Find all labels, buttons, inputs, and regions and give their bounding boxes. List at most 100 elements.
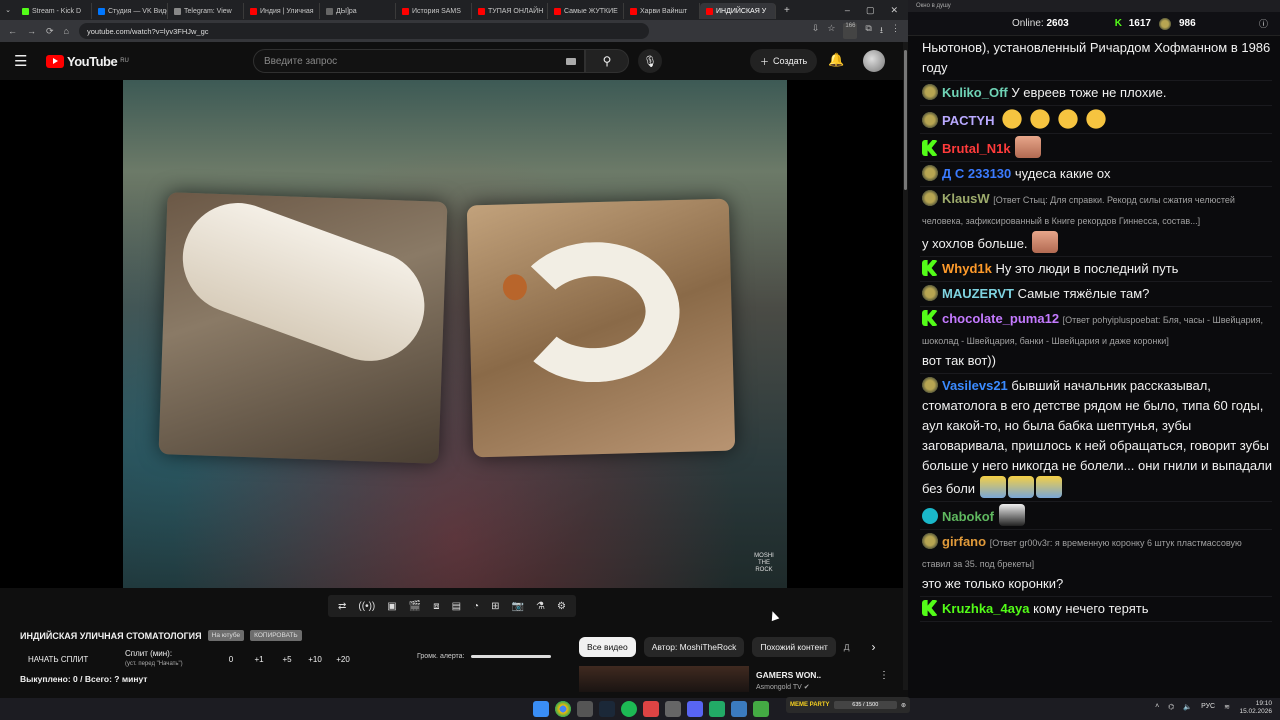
browser-tab[interactable]: ДЫ]ра <box>320 3 396 19</box>
app-icon-6[interactable] <box>731 701 747 717</box>
tray-chevron-icon[interactable]: ˄ <box>1155 703 1159 711</box>
chat-username[interactable]: Kruzhka_4aya <box>942 601 1029 616</box>
youtube-logo[interactable]: YouTube RU <box>46 54 129 69</box>
browser-tab[interactable]: История SAMS <box>396 3 472 19</box>
screenshot-icon[interactable]: 📷 <box>512 601 524 612</box>
bookmark-star-icon[interactable]: ☆ <box>827 23 835 39</box>
speed-icon[interactable]: ◔ <box>473 601 479 612</box>
clapper-icon[interactable]: 🎬 <box>409 601 421 612</box>
browser-tab[interactable]: Студия — VK Видео <box>92 3 168 19</box>
subtitles-icon[interactable]: ▤ <box>452 601 461 612</box>
chat-username[interactable]: Whyd1k <box>942 261 992 276</box>
user-avatar[interactable] <box>863 50 885 72</box>
browser-tab[interactable]: Самые ЖУТКИЕ <box>548 3 624 19</box>
chat-username[interactable]: Brutal_N1k <box>942 141 1011 156</box>
forward-icon[interactable]: → <box>27 26 36 36</box>
chrome-icon[interactable] <box>555 701 571 717</box>
create-button[interactable]: ＋ Создать <box>750 49 818 73</box>
split-inc-20[interactable]: +20 <box>329 655 357 664</box>
start-split-button[interactable]: НАЧАТЬ СПЛИТ <box>20 655 125 664</box>
recommended-thumbnail[interactable] <box>579 666 749 692</box>
back-icon[interactable]: ← <box>8 26 17 36</box>
chat-username[interactable]: KlausW <box>942 191 990 206</box>
flask-icon[interactable]: ⚗ <box>536 601 545 612</box>
url-field[interactable]: youtube.com/watch?v=lyv3FHJw_gc <box>78 23 649 39</box>
loop-icon[interactable]: ⇄ <box>338 601 346 612</box>
app-icon-1[interactable] <box>577 701 593 717</box>
chat-username[interactable]: Д С 233130 <box>942 166 1011 181</box>
chip-similar[interactable]: Похожий контент <box>752 637 836 657</box>
chevron-right-icon[interactable]: › <box>872 640 876 654</box>
search-on-youtube-chip[interactable]: На ютубе <box>207 630 245 641</box>
browser-tab[interactable]: Индия | Уличная <box>244 3 320 19</box>
browser-tab[interactable]: Telegram: View <box>168 3 244 19</box>
browser-tab[interactable]: ТУПАЯ ОНЛАЙН <box>472 3 548 19</box>
wifi-icon[interactable]: ≋ <box>1224 703 1230 711</box>
app-icon-7[interactable] <box>753 701 769 717</box>
split-inc-1[interactable]: +1 <box>245 655 273 664</box>
video-player[interactable]: MOSHI THE ROCK <box>0 80 904 588</box>
chat-username[interactable]: PACTYH <box>942 113 994 128</box>
network-icon[interactable]: ⌬ <box>1168 703 1174 711</box>
volume-icon[interactable]: 🔈 <box>1183 703 1192 711</box>
more-options-icon[interactable]: ⋮ <box>879 670 889 681</box>
browser-tab[interactable]: Харви Вайншт <box>624 3 700 19</box>
chat-username[interactable]: Vasilevs21 <box>942 378 1008 393</box>
audio-icon[interactable]: ((•)) <box>358 601 375 612</box>
chip-more[interactable]: Д <box>844 642 850 652</box>
download-icon[interactable]: ⭳ <box>880 23 883 39</box>
split-inc-5[interactable]: +5 <box>273 655 301 664</box>
steam-icon[interactable] <box>599 701 615 717</box>
chip-author[interactable]: Автор: MoshiTheRock <box>643 637 745 657</box>
recommended-title[interactable]: GAMERS WON.. <box>756 670 821 680</box>
new-tab-icon[interactable]: + <box>776 5 798 16</box>
chat-username[interactable]: Kuliko_Off <box>942 85 1008 100</box>
app-icon-3[interactable] <box>665 701 681 717</box>
app-icon-5[interactable] <box>709 701 725 717</box>
scrollbar-thumb[interactable] <box>904 50 907 190</box>
notifications-bell-icon[interactable]: 🔔 <box>828 52 844 68</box>
keyboard-icon[interactable] <box>566 57 576 65</box>
picture-icon[interactable]: ▣ <box>387 601 396 612</box>
tab-favicon-icon <box>478 7 485 15</box>
menu-dots-icon[interactable]: ⋮ <box>891 23 900 39</box>
app-icon-4[interactable] <box>687 701 703 717</box>
add-icon[interactable]: ⊞ <box>491 601 499 612</box>
settings-gear-icon[interactable]: ⚙ <box>557 601 566 612</box>
browser-tab[interactable]: ИНДИЙСКАЯ У <box>700 3 776 19</box>
home-icon[interactable]: ⌂ <box>64 26 69 36</box>
split-value[interactable]: 0 <box>217 655 245 664</box>
search-input[interactable]: Введите запрос <box>253 49 585 73</box>
search-button[interactable]: ⚲ <box>585 49 629 73</box>
alert-volume-slider[interactable] <box>470 655 551 658</box>
maximize-icon[interactable]: ▢ <box>866 5 875 16</box>
app-icon-2[interactable] <box>643 701 659 717</box>
chat-username[interactable]: girfano <box>942 534 986 549</box>
puzzle-icon[interactable]: ⧉ <box>865 23 871 39</box>
reload-icon[interactable]: ⟳ <box>46 26 54 37</box>
verified-icon: ✔ <box>803 684 810 691</box>
chat-username[interactable]: chocolate_puma12 <box>942 311 1059 326</box>
split-increments: 0 +1 +5 +10 +20 <box>217 655 357 664</box>
recommended-video[interactable]: GAMERS WON.. Asmongold TV ✔ ⋮ <box>579 666 889 692</box>
chat-username[interactable]: Nabokof <box>942 509 994 524</box>
taskbar-apps <box>533 701 769 717</box>
close-icon[interactable]: ✕ <box>890 5 898 16</box>
extension-badge[interactable]: 166 <box>843 23 858 39</box>
browser-tab[interactable]: Stream - Kick D <box>16 3 92 19</box>
split-inc-10[interactable]: +10 <box>301 655 329 664</box>
copy-chip[interactable]: КОПИРОВАТЬ <box>250 630 302 641</box>
chip-all-videos[interactable]: Все видео <box>579 637 636 657</box>
tab-search-icon[interactable]: ⌄ <box>0 6 16 14</box>
spotify-icon[interactable] <box>621 701 637 717</box>
chat-username[interactable]: MAUZERVT <box>942 286 1014 301</box>
windows-start-icon[interactable] <box>533 701 549 717</box>
clock[interactable]: 19:10 15.02.2026 <box>1239 700 1272 716</box>
minimize-icon[interactable]: – <box>845 5 850 16</box>
info-icon[interactable]: ⓘ <box>1259 17 1268 30</box>
install-icon[interactable]: ⇩ <box>812 23 820 39</box>
hamburger-menu-icon[interactable]: ☰ <box>14 52 34 70</box>
keyboard-layout[interactable]: РУС <box>1201 703 1215 711</box>
voice-search-button[interactable]: 🎙 <box>638 49 662 73</box>
pip-icon[interactable]: ⧈ <box>433 601 439 612</box>
